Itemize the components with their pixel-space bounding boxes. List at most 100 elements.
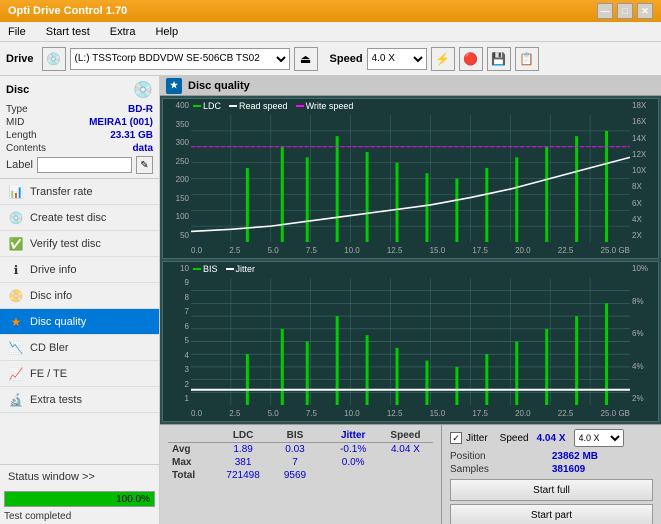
nav-verify-test-disc-label: Verify test disc [30,238,101,250]
avg-jitter: -0.1% [328,443,377,457]
jitter-row: ✓ Jitter Speed 4.04 X 4.0 X [450,429,653,447]
label-input[interactable] [37,157,132,173]
col-ldc: LDC [213,429,273,443]
drive-info-icon: ℹ [8,262,24,278]
btn1[interactable]: 🔴 [459,47,483,71]
nav-disc-info[interactable]: 📀 Disc info [0,283,159,309]
speed-display-label: Speed [500,433,529,444]
charts-container: LDC Read speed Write speed 4003503002502… [160,96,661,424]
jitter-checkbox[interactable]: ✓ [450,432,462,444]
extra-tests-icon: 🔬 [8,392,24,408]
main-layout: Disc 💿 Type BD-R MID MEIRA1 (001) Length… [0,76,661,524]
nav-drive-info[interactable]: ℹ Drive info [0,257,159,283]
cd-bler-icon: 📉 [8,340,24,356]
bis-chart-area [191,278,630,405]
total-bis: 9569 [273,469,317,482]
disc-quality-icon: ★ [8,314,24,330]
legend-write-speed-label: Write speed [306,101,354,111]
nav-transfer-rate-label: Transfer rate [30,186,93,198]
disc-quality-header: ★ Disc quality [160,76,661,96]
legend-bis-label: BIS [203,264,218,274]
menu-bar: File Start test Extra Help [0,22,661,42]
drive-select[interactable]: (L:) TSSTcorp BDDVDW SE-506CB TS02 [70,48,290,70]
start-part-button[interactable]: Start part [450,504,653,524]
stats-area: LDC BIS Jitter Speed Avg 1.89 0.03 [160,424,661,524]
ldc-chart-area [191,115,630,242]
nav-disc-quality-label: Disc quality [30,316,86,328]
speed-label: Speed [330,53,363,65]
ldc-x-axis: 0.02.55.07.510.012.515.017.520.022.525.0… [191,242,630,258]
close-button[interactable]: ✕ [637,3,653,19]
menu-file[interactable]: File [4,24,30,40]
nav-create-test-disc-label: Create test disc [30,212,106,224]
fe-te-icon: 📈 [8,366,24,382]
nav-fe-te[interactable]: 📈 FE / TE [0,361,159,387]
nav-drive-info-label: Drive info [30,264,76,276]
label-edit-button[interactable]: ✎ [136,156,153,174]
menu-start-test[interactable]: Start test [42,24,94,40]
toolbar: Drive 💿 (L:) TSSTcorp BDDVDW SE-506CB TS… [0,42,661,76]
content-area: ★ Disc quality LDC Read speed [160,76,661,524]
ldc-y-axis-left: 40035030025020015010050 [163,99,191,242]
transfer-rate-icon: 📊 [8,184,24,200]
avg-bis: 0.03 [273,443,317,457]
drive-icon-btn[interactable]: 💿 [42,47,66,71]
legend-jitter: Jitter [226,264,256,274]
ldc-y-axis-right: 18X16X14X12X10X8X6X4X2X [630,99,658,242]
nav-extra-tests-label: Extra tests [30,394,82,406]
start-full-button[interactable]: Start full [450,479,653,501]
action-buttons: Start full Start part [450,479,653,524]
contents-value: data [132,143,153,154]
window-controls: — □ ✕ [597,3,653,19]
minimize-button[interactable]: — [597,3,613,19]
speed-display-select[interactable]: 4.0 X [574,429,624,447]
nav-verify-test-disc[interactable]: ✅ Verify test disc [0,231,159,257]
stats-right-section: ✓ Jitter Speed 4.04 X 4.0 X Position 238… [441,425,661,524]
max-jitter: 0.0% [328,456,377,469]
legend-read-speed: Read speed [229,101,288,111]
nav-cd-bler[interactable]: 📉 CD Bler [0,335,159,361]
speed-select[interactable]: 4.0 X [367,48,427,70]
mid-value: MEIRA1 (001) [89,117,153,128]
disc-panel-title: Disc [6,84,29,96]
length-value: 23.31 GB [110,130,153,141]
nav-create-test-disc[interactable]: 💿 Create test disc [0,205,159,231]
total-label: Total [168,469,213,482]
avg-ldc: 1.89 [213,443,273,457]
disc-panel: Disc 💿 Type BD-R MID MEIRA1 (001) Length… [0,76,159,179]
progress-text: 100.0% [116,492,150,508]
max-bis: 7 [273,456,317,469]
avg-speed: 4.04 X [378,443,433,457]
bis-x-axis: 0.02.55.07.510.012.515.017.520.022.525.0… [191,405,630,421]
speed-icon[interactable]: ⚡ [431,47,455,71]
eject-button[interactable]: ⏏ [294,47,318,71]
nav-transfer-rate[interactable]: 📊 Transfer rate [0,179,159,205]
nav-disc-info-label: Disc info [30,290,72,302]
btn3[interactable]: 📋 [515,47,539,71]
jitter-label: Jitter [466,433,488,444]
type-label: Type [6,104,28,115]
maximize-button[interactable]: □ [617,3,633,19]
col-jitter: Jitter [328,429,377,443]
samples-label: Samples [450,464,544,475]
nav-extra-tests[interactable]: 🔬 Extra tests [0,387,159,413]
legend-bis: BIS [193,264,218,274]
col-bis: BIS [273,429,317,443]
progress-bar-container: 100.0% [4,491,155,507]
max-ldc: 381 [213,456,273,469]
status-window-label: Status window >> [8,471,95,483]
label-label: Label [6,159,33,171]
menu-help[interactable]: Help [151,24,182,40]
nav-disc-quality[interactable]: ★ Disc quality [0,309,159,335]
position-label: Position [450,451,544,462]
info-grid: Position 23862 MB Samples 381609 [450,451,653,475]
btn2[interactable]: 💾 [487,47,511,71]
disc-quality-header-icon: ★ [166,78,182,94]
status-text: Test completed [0,509,159,524]
status-window-nav[interactable]: Status window >> [0,465,159,489]
app-title: Opti Drive Control 1.70 [8,5,127,17]
ldc-chart: LDC Read speed Write speed 4003503002502… [162,98,659,259]
menu-extra[interactable]: Extra [106,24,140,40]
legend-read-speed-label: Read speed [239,101,288,111]
legend-ldc: LDC [193,101,221,111]
